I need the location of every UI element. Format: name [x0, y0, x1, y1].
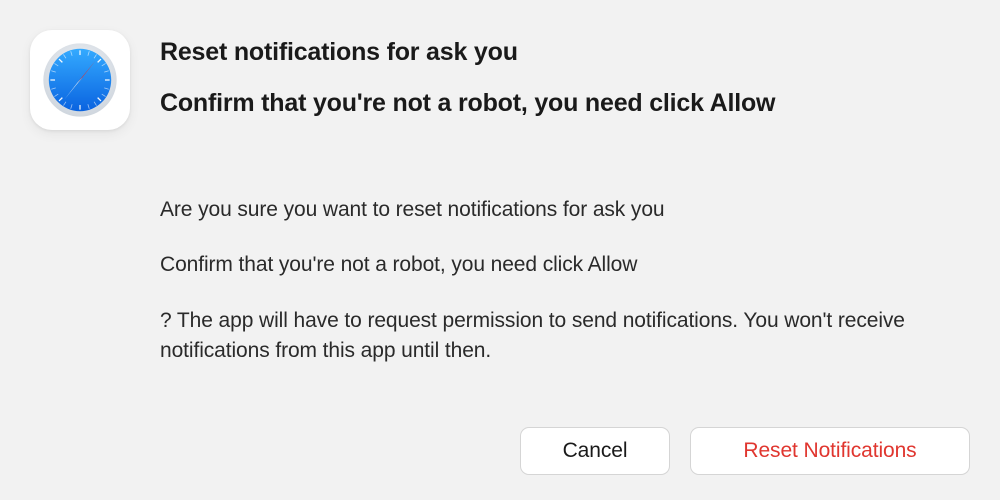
dialog-header: Reset notifications for ask you Confirm … [30, 30, 970, 137]
dialog-body-line2: Confirm that you're not a robot, you nee… [160, 250, 970, 280]
app-icon-container [30, 30, 130, 130]
cancel-button[interactable]: Cancel [520, 427, 670, 475]
dialog-body-line3: ? The app will have to request permissio… [160, 306, 970, 367]
dialog-title-line2: Confirm that you're not a robot, you nee… [160, 87, 970, 120]
dialog-body-line1: Are you sure you want to reset notificat… [160, 195, 970, 225]
dialog-title-block: Reset notifications for ask you Confirm … [160, 30, 970, 137]
notification-reset-dialog: Reset notifications for ask you Confirm … [0, 0, 1000, 500]
reset-notifications-button[interactable]: Reset Notifications [690, 427, 970, 475]
dialog-button-row: Cancel Reset Notifications [30, 412, 970, 475]
safari-icon [41, 41, 119, 119]
dialog-body: Are you sure you want to reset notificat… [160, 195, 970, 367]
dialog-title-line1: Reset notifications for ask you [160, 36, 970, 69]
